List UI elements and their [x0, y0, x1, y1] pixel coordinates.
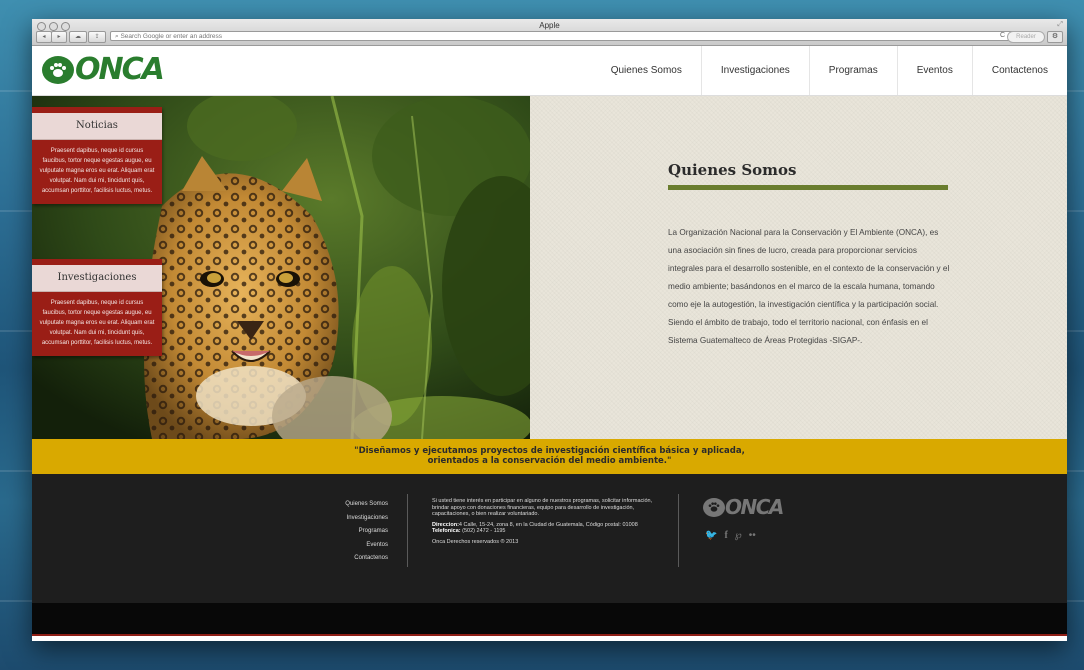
icloud-tabs-icon[interactable]: ☁: [69, 31, 87, 43]
flickr-icon[interactable]: ••: [749, 530, 756, 541]
forward-button[interactable]: ▸: [51, 31, 67, 43]
web-page: ONCA Quienes Somos Investigaciones Progr…: [32, 46, 1067, 641]
pinterest-icon[interactable]: ℘: [735, 530, 742, 541]
logo-text: ONCA: [75, 52, 165, 87]
fullscreen-icon[interactable]: ⤢: [1057, 21, 1063, 29]
news-card-text: Praesent dapibus, neque id cursus faucib…: [39, 148, 155, 194]
research-card: Investigaciones Praesent dapibus, neque …: [32, 259, 162, 356]
site-logo[interactable]: ONCA: [42, 52, 165, 87]
about-title: Quienes Somos: [668, 161, 797, 179]
nav-investigaciones[interactable]: Investigaciones: [700, 46, 809, 95]
news-card-title: Noticias: [32, 113, 162, 140]
back-button[interactable]: ◂: [36, 31, 52, 43]
quote-line-2: orientados a la conservación del medio a…: [427, 456, 672, 466]
window-title: Apple: [539, 21, 560, 30]
footer-copyright: Onca Derechos reservados ® 2013: [432, 538, 519, 545]
share-icon[interactable]: ⇪: [88, 31, 106, 43]
footer-logo[interactable]: ONCA: [703, 495, 784, 519]
footer-logo-text: ONCA: [725, 495, 784, 519]
nav-quienes-somos[interactable]: Quienes Somos: [592, 46, 701, 95]
news-card: Noticias Praesent dapibus, neque id curs…: [32, 107, 162, 204]
site-footer: Quienes Somos Investigaciones Programas …: [32, 474, 1067, 603]
quote-line-1: "Diseñamos y ejecutamos proyectos de inv…: [354, 446, 745, 456]
mission-quote: "Diseñamos y ejecutamos proyectos de inv…: [32, 439, 1067, 474]
footer-address: 4 Calle, 15-24, zona 8, en la Ciudad de …: [458, 521, 638, 528]
about-text: La Organización Nacional para la Conserv…: [668, 228, 950, 345]
title-underline: [668, 185, 948, 190]
footer-link-eventos[interactable]: Eventos: [322, 539, 388, 553]
about-section: Quienes Somos La Organización Nacional p…: [530, 96, 1067, 439]
footer-link-quienes-somos[interactable]: Quienes Somos: [322, 498, 388, 512]
address-label: Direccion:: [432, 521, 459, 528]
nav-programas[interactable]: Programas: [808, 46, 897, 95]
footer-link-contactenos[interactable]: Contactenos: [322, 552, 388, 566]
footer-contact: Direccion:4 Calle, 15-24, zona 8, en la …: [432, 522, 662, 535]
site-header: ONCA Quienes Somos Investigaciones Progr…: [32, 46, 1067, 96]
nav-contactenos[interactable]: Contactenos: [971, 46, 1067, 95]
reader-button[interactable]: Reader: [1007, 31, 1045, 43]
paw-logo-icon: [42, 56, 74, 84]
footer-divider: [407, 494, 408, 567]
social-links: 🐦 f ℘ ••: [705, 530, 756, 541]
twitter-icon[interactable]: 🐦: [705, 530, 717, 541]
nav-eventos[interactable]: Eventos: [896, 46, 972, 95]
browser-window: Apple ⤢ ◂ ▸ ☁ ⇪ ⌕ Search Google or enter…: [32, 19, 1067, 641]
footer-links: Quienes Somos Investigaciones Programas …: [322, 498, 388, 566]
address-bar[interactable]: ⌕ Search Google or enter an address: [110, 31, 1017, 41]
phone-label: Telefonica:: [432, 528, 461, 534]
footer-paw-icon: [703, 497, 725, 517]
page-bottom-bar: [32, 603, 1067, 636]
research-card-title: Investigaciones: [32, 265, 162, 292]
footer-link-programas[interactable]: Programas: [322, 525, 388, 539]
settings-gear-icon[interactable]: ⚙: [1047, 31, 1063, 43]
footer-invite-text: Si usted tiene interés en participar en …: [432, 498, 653, 517]
main-nav: Quienes Somos Investigaciones Programas …: [592, 46, 1067, 95]
footer-link-investigaciones[interactable]: Investigaciones: [322, 512, 388, 526]
footer-info: Si usted tiene interés en participar en …: [432, 498, 662, 549]
reload-icon[interactable]: C: [1000, 31, 1005, 41]
research-card-text: Praesent dapibus, neque id cursus faucib…: [39, 300, 155, 346]
address-placeholder: Search Google or enter an address: [120, 33, 222, 40]
facebook-icon[interactable]: f: [724, 530, 727, 541]
browser-toolbar: Apple ⤢ ◂ ▸ ☁ ⇪ ⌕ Search Google or enter…: [32, 19, 1067, 46]
search-icon: ⌕: [115, 33, 119, 40]
footer-phone: (502) 2472 - 1195: [462, 528, 506, 534]
footer-divider-2: [678, 494, 679, 567]
